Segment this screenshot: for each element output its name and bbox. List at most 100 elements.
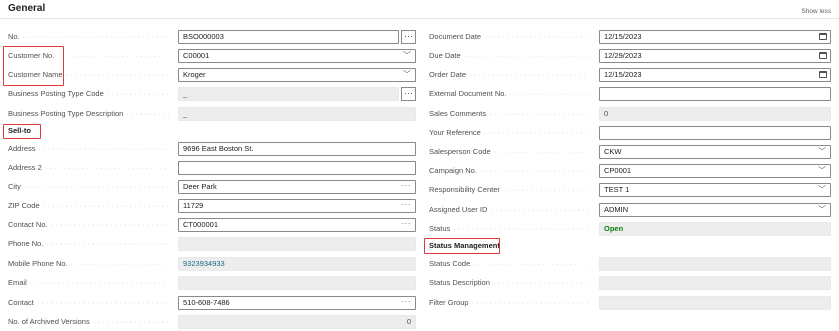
status-description-field (599, 276, 831, 290)
label-leader: · · · · · · · · · · · · · · · · · · · · … (106, 89, 168, 98)
label-sales-comments: Sales Comments · · · · · · · · · · · · ·… (429, 107, 589, 121)
label-leader: · · · · · · · · · · · · · · · · · · · · … (57, 51, 168, 60)
ellipsis-icon: ··· (404, 88, 413, 98)
no-assist-button[interactable]: ··· (401, 30, 416, 44)
label-contact-no: Contact No. · · · · · · · · · · · · · · … (8, 218, 168, 232)
field-your-reference: Your Reference · · · · · · · · · · · · ·… (429, 126, 831, 140)
contact-no-input[interactable]: CT000001 ··· (178, 218, 416, 232)
chevron-down-icon: ﹀ (818, 205, 826, 214)
ellipsis-icon[interactable]: ··· (402, 181, 412, 192)
label-leader: · · · · · · · · · · · · · · · · · · · · … (502, 185, 589, 194)
customer-no-select[interactable]: C00001 ﹀ (178, 49, 416, 63)
customer-name-select[interactable]: Kroger ﹀ (178, 68, 416, 82)
label-leader: · · · · · · · · · · · · · · · · · · · · … (42, 201, 168, 210)
order-date-input[interactable]: 12/15/2023 (599, 68, 831, 82)
ellipsis-icon[interactable]: ··· (402, 219, 412, 230)
label-your-reference: Your Reference · · · · · · · · · · · · ·… (429, 126, 589, 140)
field-order-date: Order Date · · · · · · · · · · · · · · ·… (429, 68, 831, 82)
field-external-document-no: External Document No. · · · · · · · · · … (429, 87, 831, 101)
show-less-link[interactable]: Show less (801, 8, 831, 15)
chevron-down-icon: ﹀ (403, 70, 411, 79)
chevron-down-icon: ﹀ (818, 185, 826, 194)
ellipsis-icon[interactable]: ··· (402, 200, 412, 211)
label-leader: · · · · · · · · · · · · · · · · · · · · … (22, 32, 168, 41)
business-posting-type-description-field: _ (178, 107, 416, 121)
label-contact: Contact · · · · · · · · · · · · · · · · … (8, 296, 168, 310)
field-due-date: Due Date · · · · · · · · · · · · · · · ·… (429, 49, 831, 63)
salesperson-code-select[interactable]: CKW ﹀ (599, 145, 831, 159)
field-status: Status · · · · · · · · · · · · · · · · ·… (429, 222, 831, 236)
label-order-date: Order Date · · · · · · · · · · · · · · ·… (429, 68, 589, 82)
field-business-posting-type-description: Business Posting Type Description · · · … (8, 107, 416, 121)
city-input[interactable]: Deer Park ··· (178, 180, 416, 194)
business-posting-type-code-field: _ (178, 87, 399, 101)
label-leader: · · · · · · · · · · · · · · · · · · · · … (493, 147, 589, 156)
label-leader: · · · · · · · · · · · · · · · · · · · · … (92, 317, 168, 326)
field-filter-group: Filter Group · · · · · · · · · · · · · ·… (429, 296, 831, 310)
sell-to-highlight (3, 124, 41, 139)
status-value: Open (599, 222, 831, 236)
business-posting-type-assist-button[interactable]: ··· (401, 87, 416, 101)
field-contact: Contact · · · · · · · · · · · · · · · · … (8, 296, 416, 310)
label-leader: · · · · · · · · · · · · · · · · · · · · … (484, 32, 589, 41)
field-responsibility-center: Responsibility Center · · · · · · · · · … (429, 183, 831, 197)
assigned-user-id-select[interactable]: ADMIN ﹀ (599, 203, 831, 217)
field-sales-comments: Sales Comments · · · · · · · · · · · · ·… (429, 107, 831, 121)
label-address-2: Address 2 · · · · · · · · · · · · · · · … (8, 161, 168, 175)
status-code-field (599, 257, 831, 271)
label-external-document-no: External Document No. · · · · · · · · · … (429, 87, 589, 101)
label-business-posting-type-description: Business Posting Type Description · · · … (8, 107, 173, 121)
field-address-2: Address 2 · · · · · · · · · · · · · · · … (8, 161, 416, 175)
field-document-date: Document Date · · · · · · · · · · · · · … (429, 30, 831, 44)
mobile-phone-no-link[interactable]: 9323934933 (178, 257, 416, 271)
field-customer-name: Customer Name · · · · · · · · · · · · · … (8, 68, 416, 82)
field-business-posting-type-code: Business Posting Type Code · · · · · · ·… (8, 87, 416, 101)
label-due-date: Due Date · · · · · · · · · · · · · · · ·… (429, 49, 589, 63)
zip-code-input[interactable]: 11729 ··· (178, 199, 416, 213)
label-archived-versions: No. of Archived Versions · · · · · · · ·… (8, 315, 168, 329)
address-2-input[interactable] (178, 161, 416, 175)
campaign-no-select[interactable]: CP0001 ﹀ (599, 164, 831, 178)
label-leader: · · · · · · · · · · · · · · · · · · · · … (483, 128, 589, 137)
chevron-down-icon: ﹀ (403, 51, 411, 60)
calendar-icon[interactable] (819, 52, 827, 59)
label-email: Email · · · · · · · · · · · · · · · · · … (8, 276, 168, 290)
field-salesperson-code: Salesperson Code · · · · · · · · · · · ·… (429, 145, 831, 159)
address-input[interactable]: 9696 East Boston St. (178, 142, 416, 156)
field-status-description: Status Description · · · · · · · · · · ·… (429, 276, 831, 290)
archived-versions-value[interactable]: 0 (178, 315, 416, 329)
label-leader: · · · · · · · · · · · · · · · · · · · · … (471, 298, 589, 307)
contact-input[interactable]: 510-608-7486 ··· (178, 296, 416, 310)
no-input[interactable]: BSO000003 (178, 30, 399, 44)
section-title: General (8, 3, 46, 14)
sales-comments-value[interactable]: 0 (599, 107, 831, 121)
external-document-no-input[interactable] (599, 87, 831, 101)
label-status-description: Status Description · · · · · · · · · · ·… (429, 276, 589, 290)
label-leader: · · · · · · · · · · · · · · · · · · · · … (489, 109, 589, 118)
label-leader: · · · · · · · · · · · · · · · · · · · · … (509, 89, 589, 98)
label-filter-group: Filter Group · · · · · · · · · · · · · ·… (429, 296, 589, 310)
ellipsis-icon[interactable]: ··· (402, 297, 412, 308)
responsibility-center-select[interactable]: TEST 1 ﹀ (599, 183, 831, 197)
field-customer-no: Customer No. · · · · · · · · · · · · · ·… (8, 49, 416, 63)
label-city: City · · · · · · · · · · · · · · · · · ·… (8, 180, 168, 194)
field-address: Address · · · · · · · · · · · · · · · · … (8, 142, 416, 156)
label-salesperson-code: Salesperson Code · · · · · · · · · · · ·… (429, 145, 589, 159)
field-city: City · · · · · · · · · · · · · · · · · ·… (8, 180, 416, 194)
field-campaign-no: Campaign No. · · · · · · · · · · · · · ·… (429, 164, 831, 178)
label-leader: · · · · · · · · · · · · · · · · · · · · … (479, 166, 589, 175)
field-contact-no: Contact No. · · · · · · · · · · · · · · … (8, 218, 416, 232)
label-leader: · · · · · · · · · · · · · · · · · · · · … (44, 163, 168, 172)
due-date-input[interactable]: 12/29/2023 (599, 49, 831, 63)
calendar-icon[interactable] (819, 33, 827, 40)
label-leader: · · · · · · · · · · · · · · · · · · · · … (46, 239, 168, 248)
label-leader: · · · · · · · · · · · · · · · · · · · · … (473, 259, 589, 268)
document-date-input[interactable]: 12/15/2023 (599, 30, 831, 44)
calendar-icon[interactable] (819, 71, 827, 78)
label-document-date: Document Date · · · · · · · · · · · · · … (429, 30, 589, 44)
label-zip-code: ZIP Code · · · · · · · · · · · · · · · ·… (8, 199, 168, 213)
label-leader: · · · · · · · · · · · · · · · · · · · · … (126, 109, 173, 118)
filter-group-field (599, 296, 831, 310)
label-address: Address · · · · · · · · · · · · · · · · … (8, 142, 168, 156)
your-reference-input[interactable] (599, 126, 831, 140)
